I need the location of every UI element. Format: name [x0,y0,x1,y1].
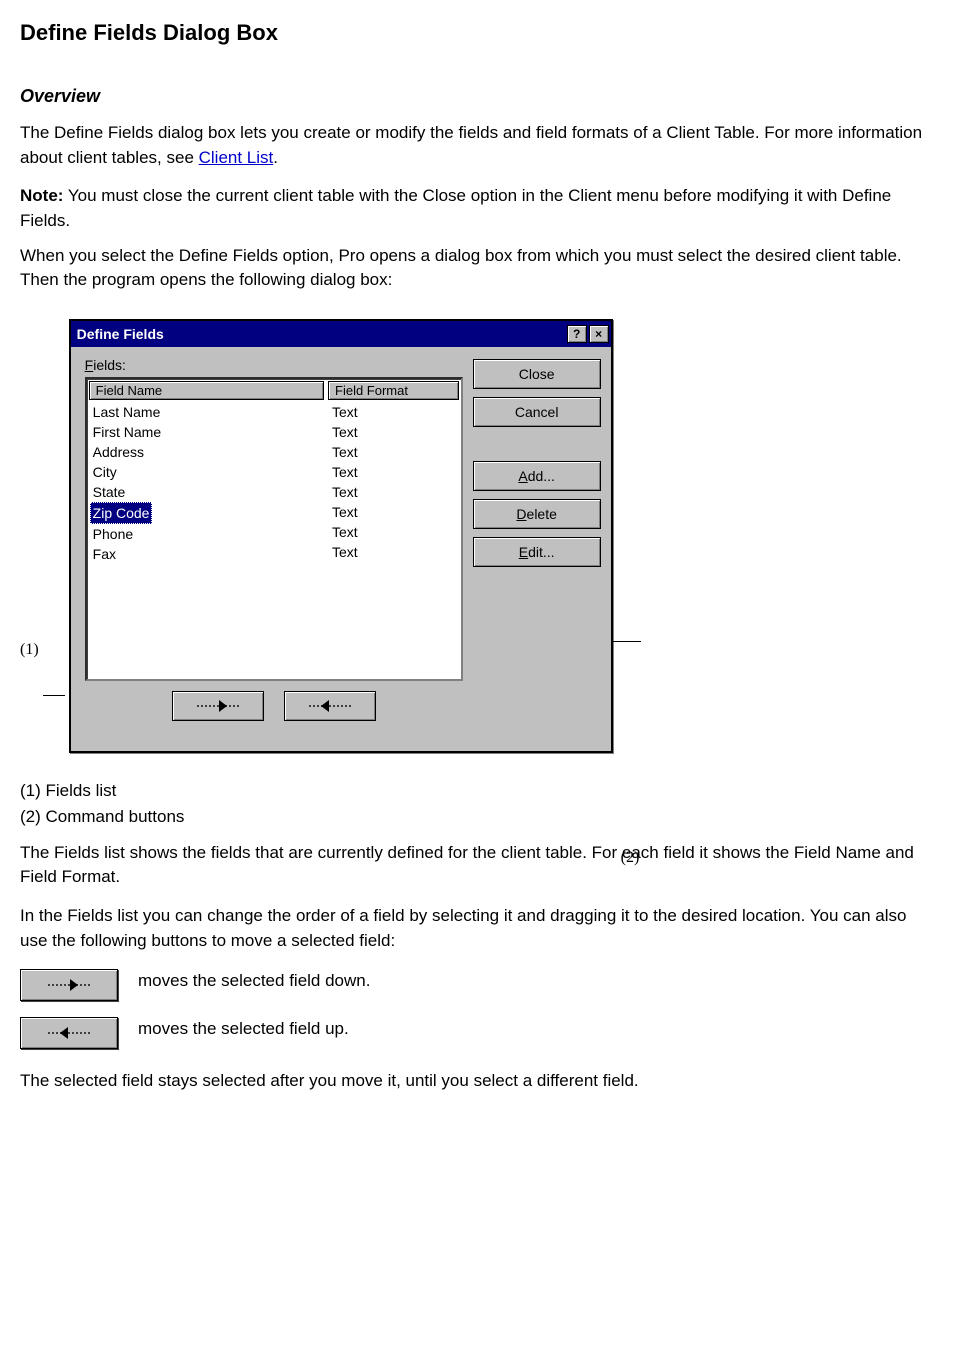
delete-button[interactable]: Delete [473,499,601,529]
list-item[interactable]: State [93,482,320,502]
arrow-up-icon [307,699,353,713]
legend-2: (2) Command buttons [20,807,934,827]
move-down-button[interactable] [172,691,264,721]
cancel-button[interactable]: Cancel [473,397,601,427]
final-para: The selected field stays selected after … [20,1069,934,1094]
list-item[interactable]: Fax [93,544,320,564]
intro-text-pre: The Define Fields dialog box lets you cr… [20,123,922,167]
arrow-down-icon [195,699,241,713]
legend-1: (1) Fields list [20,781,934,801]
list-item[interactable]: Last Name [93,402,320,422]
dialog-titlebar: Define Fields ? × [71,321,611,347]
intro-paragraph: The Define Fields dialog box lets you cr… [20,121,934,170]
callout-2: (2) [621,849,640,867]
legend-move-down-button [20,969,118,1001]
list-item[interactable]: City [93,462,320,482]
column-header-format[interactable]: Field Format [328,381,459,400]
list-item-format: Text [332,522,455,542]
list-item-format: Text [332,462,455,482]
legend-para: The Fields list shows the fields that ar… [20,841,934,890]
note-label: Note: [20,186,63,205]
note-text: You must close the current client table … [20,186,891,230]
intro-text-post: . [273,148,278,167]
list-item[interactable]: Zip Code [90,502,153,524]
close-button[interactable]: Close [473,359,601,389]
define-fields-dialog: Define Fields ? × Fields: Field Name Las… [69,319,613,753]
legend-move-up-button [20,1017,118,1049]
edit-button[interactable]: Edit... [473,537,601,567]
list-item-format: Text [332,422,455,442]
legend-move-down-text: moves the selected field down. [138,969,934,993]
page-heading: Define Fields Dialog Box [20,20,934,46]
add-button[interactable]: Add... [473,461,601,491]
list-item[interactable]: First Name [93,422,320,442]
legend-drag: In the Fields list you can change the or… [20,904,934,953]
list-item-format: Text [332,542,455,562]
list-item-format: Text [332,482,455,502]
note-paragraph: Note: You must close the current client … [20,184,934,233]
arrow-up-icon [46,1026,92,1040]
callout-1: (1) [20,641,39,659]
fields-listbox[interactable]: Field Name Last NameFirst NameAddressCit… [85,377,463,681]
list-item[interactable]: Address [93,442,320,462]
section-subheading: Overview [20,86,934,107]
list-item-format: Text [332,502,455,522]
column-header-name[interactable]: Field Name [89,381,324,400]
para-3: When you select the Define Fields option… [20,244,934,293]
fields-label: Fields: [85,357,463,373]
list-item[interactable]: Phone [93,524,320,544]
legend-move-up-text: moves the selected field up. [138,1017,934,1041]
close-icon[interactable]: × [589,325,609,343]
list-item-format: Text [332,402,455,422]
move-up-button[interactable] [284,691,376,721]
help-button[interactable]: ? [567,325,587,343]
arrow-down-icon [46,978,92,992]
client-list-link[interactable]: Client List [199,148,274,167]
list-item-format: Text [332,442,455,462]
dialog-title: Define Fields [77,326,565,342]
